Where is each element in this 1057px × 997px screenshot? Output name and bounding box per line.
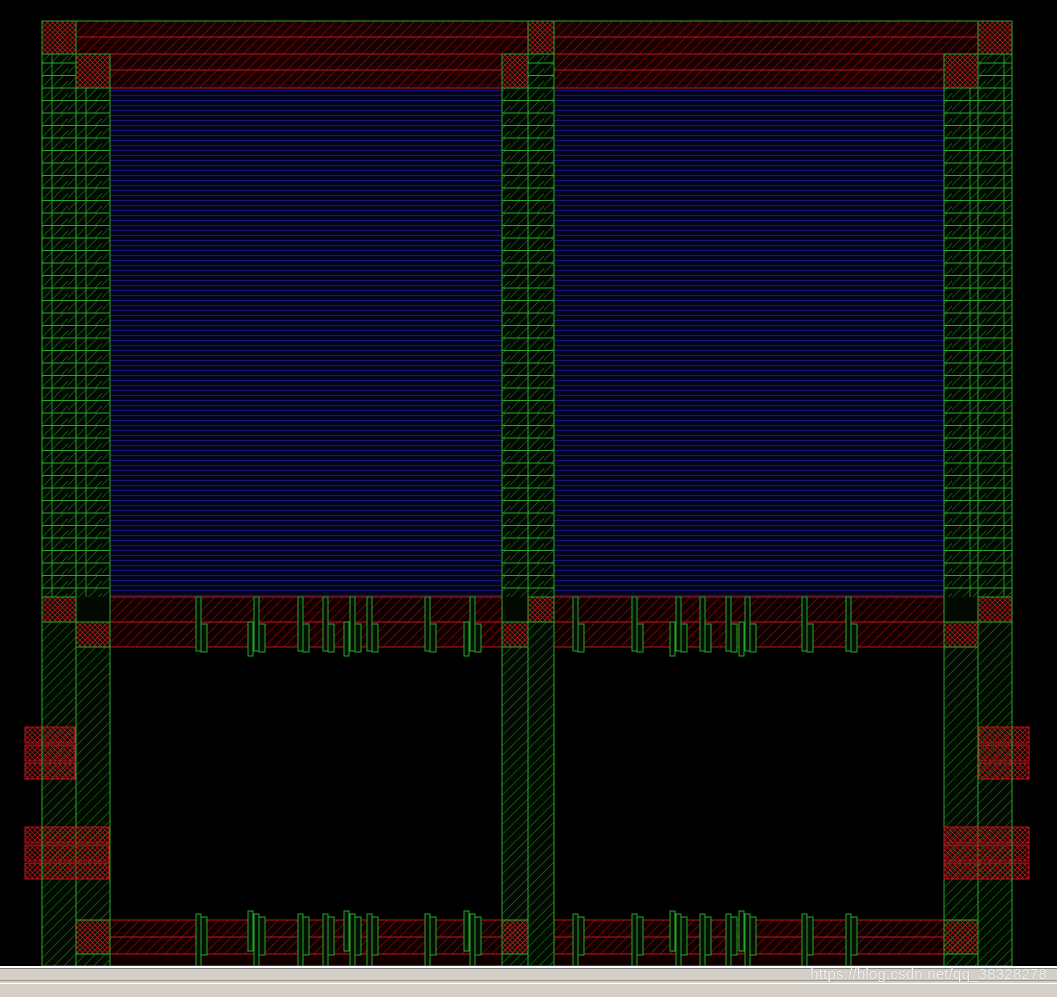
transistor-finger	[302, 916, 310, 956]
transistor-finger	[297, 913, 304, 966]
transistor-finger	[247, 621, 254, 657]
transistor-finger	[200, 623, 208, 653]
transistor-finger	[429, 916, 437, 956]
transistor-finger	[469, 913, 476, 966]
transistor-finger	[801, 913, 808, 966]
transistor-finger	[680, 623, 688, 653]
transistor-finger	[675, 913, 682, 966]
transistor-finger	[669, 621, 676, 657]
transistor-finger	[343, 621, 350, 657]
transistor-finger	[258, 623, 266, 653]
transistor-finger	[200, 916, 208, 956]
transistor-finger	[424, 913, 431, 966]
transistor-finger	[749, 623, 757, 653]
transistor-finger	[424, 596, 431, 652]
transistor-finger	[247, 910, 254, 952]
transistor-finger	[744, 596, 751, 652]
transistor-finger	[258, 916, 266, 956]
transistor-finger	[730, 916, 738, 956]
transistor-finger	[474, 623, 482, 653]
transistor-finger	[806, 916, 814, 956]
transistor-finger	[725, 913, 732, 966]
transistor-finger	[845, 913, 852, 966]
transistor-finger	[749, 916, 757, 956]
transistor-finger	[699, 596, 706, 652]
transistor-finger	[704, 623, 712, 653]
transistor-finger	[322, 596, 329, 652]
transistor-finger	[636, 623, 644, 653]
transistor-finger	[463, 621, 470, 657]
transistor-finger	[349, 913, 356, 966]
transistor-finger	[322, 913, 329, 966]
transistor-finger	[850, 623, 858, 653]
transistor-finger	[801, 596, 808, 652]
status-bar: https://blog.csdn.net/qq_38328278	[0, 966, 1057, 997]
transistor-finger	[631, 596, 638, 652]
transistor-finger	[253, 913, 260, 966]
transistor-finger	[253, 596, 260, 652]
transistor-finger	[195, 913, 202, 966]
transistor-finger	[675, 596, 682, 652]
transistor-finger	[738, 621, 745, 657]
transistor-finger	[366, 913, 373, 966]
transistor-finger	[366, 596, 373, 652]
transistor-finger	[343, 910, 350, 952]
transistor-finger	[669, 910, 676, 952]
transistor-finger	[429, 623, 437, 653]
layout-canvas[interactable]	[0, 0, 1057, 966]
transistor-finger	[354, 916, 362, 956]
transistor-finger	[577, 623, 585, 653]
transistor-finger	[371, 916, 379, 956]
transistor-finger	[699, 913, 706, 966]
transistor-finger	[474, 916, 482, 956]
transistor-finger	[302, 623, 310, 653]
transistor-finger	[636, 916, 644, 956]
transistor-finger	[738, 910, 745, 952]
transistor-finger	[195, 596, 202, 652]
transistor-finger	[730, 623, 738, 653]
transistor-finger	[572, 913, 579, 966]
transistor-finger	[297, 596, 304, 652]
transistor-finger	[850, 916, 858, 956]
transistor-finger	[463, 910, 470, 952]
transistor-finger	[577, 916, 585, 956]
transistor-finger	[354, 623, 362, 653]
transistor-finger	[469, 596, 476, 652]
transistor-finger	[371, 623, 379, 653]
transistor-finger	[725, 596, 732, 652]
transistor-finger	[327, 916, 335, 956]
transistor-finger	[704, 916, 712, 956]
transistor-finger	[631, 913, 638, 966]
transistor-finger	[680, 916, 688, 956]
transistor-finger	[349, 596, 356, 652]
watermark-text: https://blog.csdn.net/qq_38328278	[810, 966, 1047, 983]
transistor-finger	[572, 596, 579, 652]
transistor-finger	[744, 913, 751, 966]
transistor-finger	[327, 623, 335, 653]
transistor-finger	[845, 596, 852, 652]
transistor-finger	[806, 623, 814, 653]
